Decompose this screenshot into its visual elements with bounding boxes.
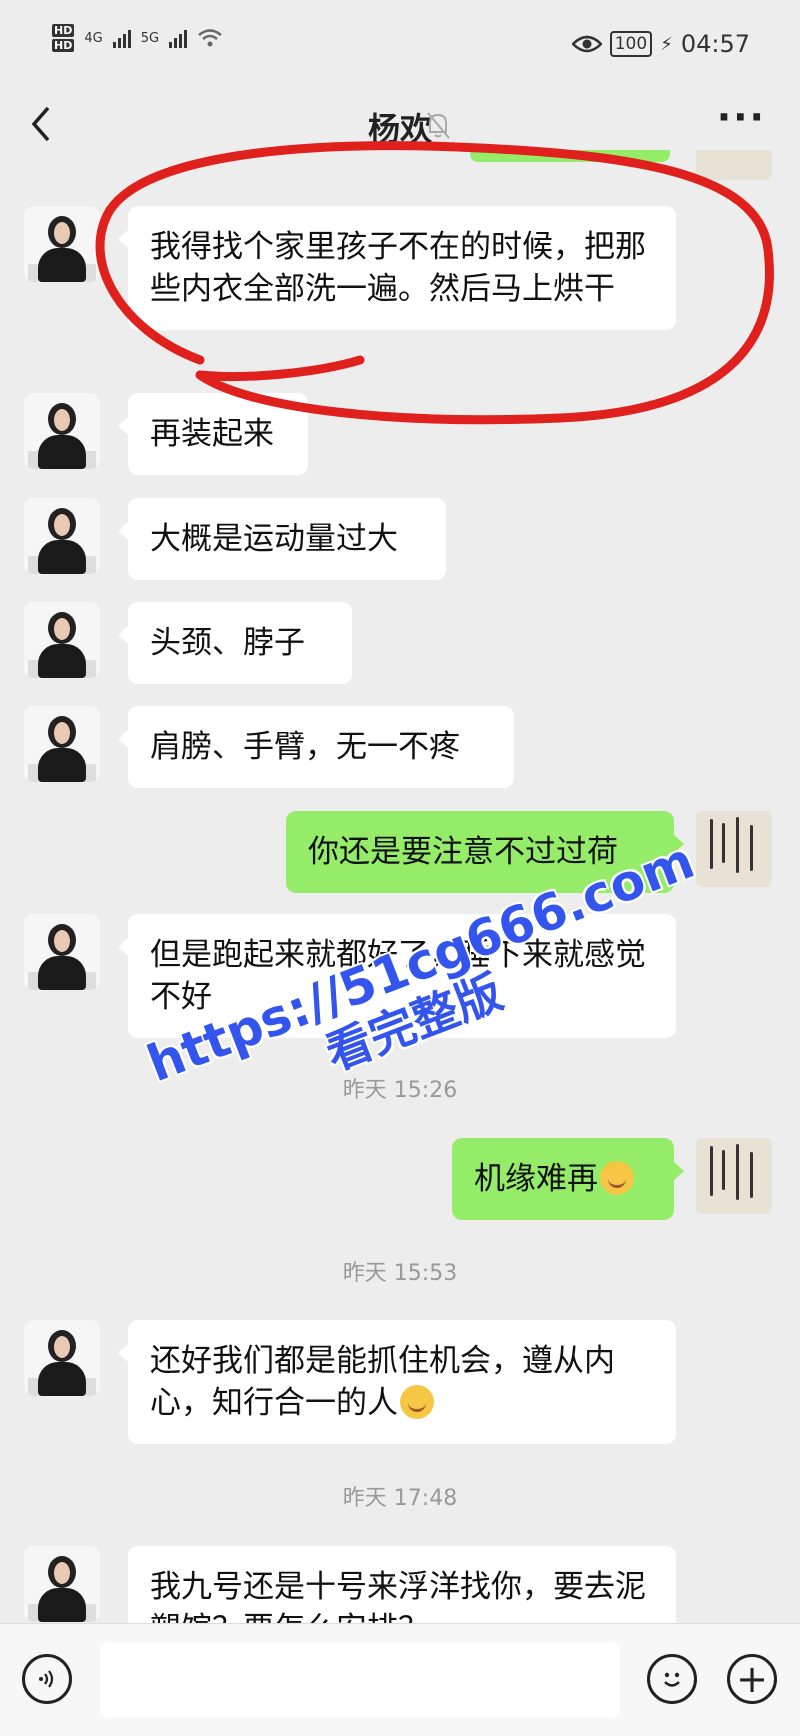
charging-icon: ⚡ (660, 33, 673, 55)
contact-avatar[interactable] (24, 498, 100, 574)
message-bubble[interactable]: 肩膀、手臂，无一不疼 (118, 706, 514, 788)
emoji-icon[interactable] (647, 1654, 697, 1704)
contact-avatar[interactable] (24, 602, 100, 678)
smile-emoji-icon (400, 1384, 434, 1419)
more-dots-icon[interactable]: ··· (717, 95, 766, 139)
hd-indicators: HD HD (52, 24, 75, 52)
signal-icon-2 (169, 28, 188, 48)
message-text: 还好我们都是能抓住机会，遵从内心，知行合一的人 (150, 1343, 615, 1421)
signal-icon (112, 28, 131, 48)
timestamp: 昨天 15:53 (342, 1261, 458, 1286)
hd2-label: HD (52, 39, 75, 52)
status-bar: HD HD 4G 5G 100 ⚡ 04:57 (0, 0, 800, 90)
chat-header: 杨欢 ··· (0, 90, 800, 160)
message-bubble[interactable]: 还好我们都是能抓住机会，遵从内心，知行合一的人 (118, 1320, 676, 1444)
self-avatar[interactable] (696, 811, 772, 887)
message-bubble[interactable]: 大概是运动量过大 (118, 498, 446, 580)
partial-bubble (470, 150, 670, 162)
clock: 04:57 (680, 30, 750, 58)
contact-avatar[interactable] (24, 206, 100, 282)
contact-avatar[interactable] (24, 914, 100, 990)
laughing-crying-emoji-icon (600, 1160, 634, 1195)
network-4g-label: 4G (84, 30, 103, 46)
contact-avatar[interactable] (24, 1320, 100, 1396)
status-right: 100 ⚡ 04:57 (571, 30, 750, 58)
message-text: 机缘难再 (474, 1161, 598, 1197)
message-bubble[interactable]: 头颈、脖子 (118, 602, 352, 684)
message-bubble[interactable]: 再装起来 (118, 393, 308, 475)
message-input[interactable] (100, 1642, 620, 1718)
contact-avatar[interactable] (24, 706, 100, 782)
self-message-bubble[interactable]: 机缘难再 (452, 1138, 684, 1220)
bell-muted-icon (427, 112, 450, 139)
battery-indicator: 100 (609, 31, 653, 57)
input-bar: + (0, 1623, 800, 1736)
eye-icon (571, 35, 602, 53)
timestamp: 昨天 15:26 (342, 1078, 458, 1103)
contact-avatar[interactable] (24, 1546, 100, 1622)
message-bubble[interactable]: 我得找个家里孩子不在的时候，把那些内衣全部洗一遍。然后马上烘干 (118, 206, 676, 330)
plus-icon[interactable]: + (727, 1654, 777, 1704)
timestamp: 昨天 17:48 (342, 1486, 458, 1511)
partial-self-avatar (696, 150, 772, 180)
voice-icon[interactable] (22, 1654, 72, 1704)
status-left: HD HD 4G 5G (52, 24, 223, 52)
network-5g-label: 5G (140, 30, 160, 46)
contact-avatar[interactable] (24, 393, 100, 469)
wifi-icon (198, 29, 222, 47)
hd1-label: HD (52, 24, 75, 37)
self-avatar[interactable] (696, 1138, 772, 1214)
chat-title: 杨欢 (367, 110, 432, 148)
